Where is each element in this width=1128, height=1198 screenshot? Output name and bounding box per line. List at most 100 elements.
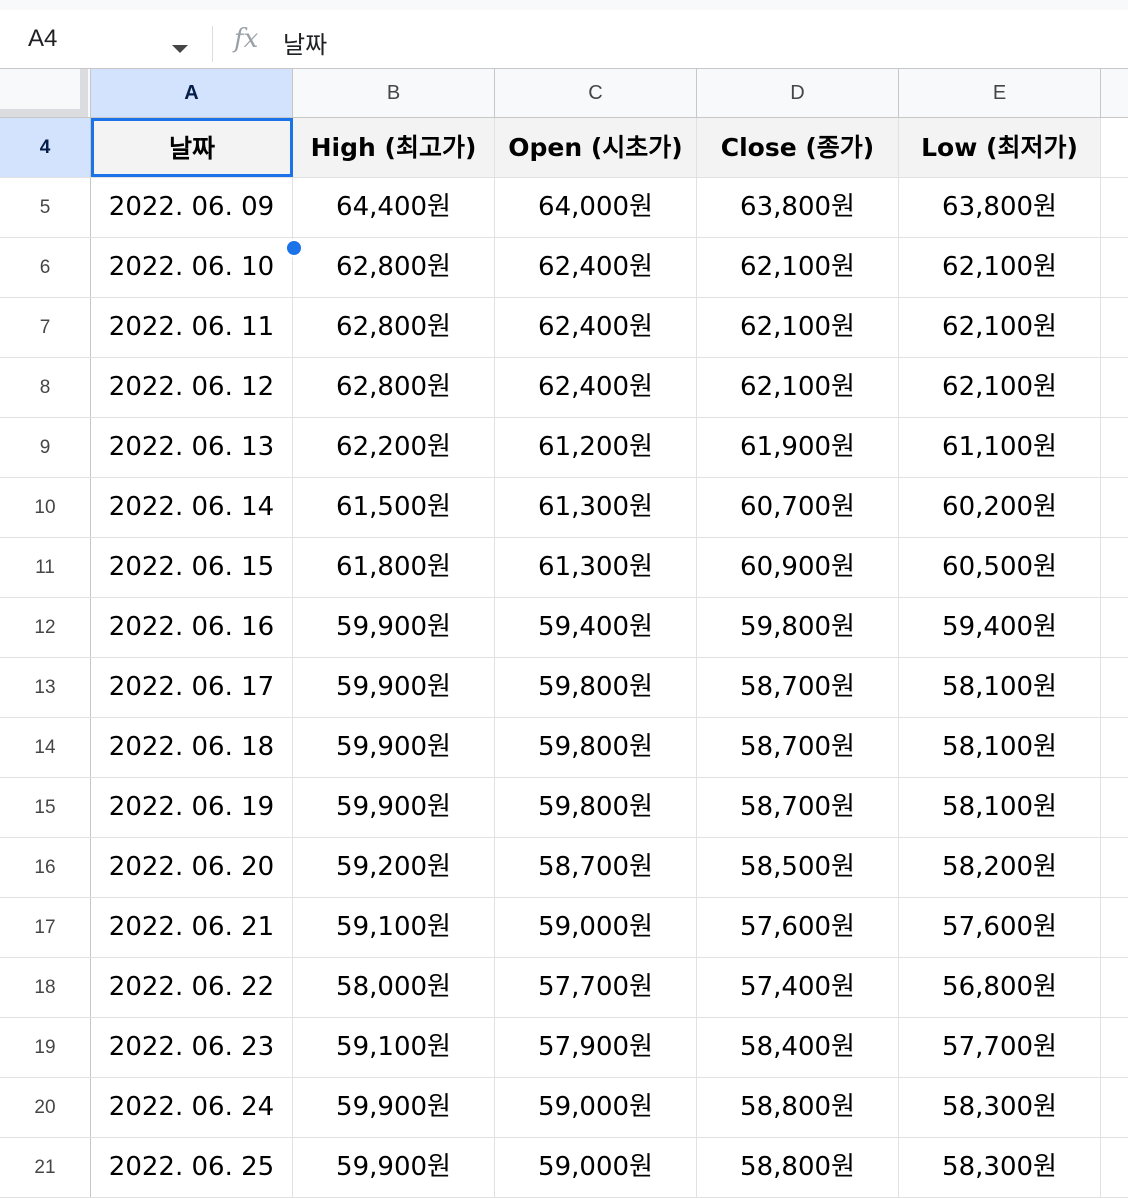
cell-high[interactable]: 59,900원: [293, 598, 495, 657]
row-header[interactable]: 11: [0, 538, 91, 597]
cell-low[interactable]: 63,800원: [899, 178, 1101, 237]
empty-cell[interactable]: [1101, 478, 1128, 537]
cell-open[interactable]: 57,900원: [495, 1018, 697, 1077]
row-header[interactable]: 5: [0, 178, 91, 237]
header-cell-low[interactable]: Low (최저가): [899, 118, 1101, 177]
cell-open[interactable]: 59,800원: [495, 658, 697, 717]
row-header[interactable]: 18: [0, 958, 91, 1017]
row-header[interactable]: 15: [0, 778, 91, 837]
empty-cell[interactable]: [1101, 658, 1128, 717]
cell-open[interactable]: 64,000원: [495, 178, 697, 237]
empty-cell[interactable]: [1101, 358, 1128, 417]
cell-low[interactable]: 57,700원: [899, 1018, 1101, 1077]
cell-low[interactable]: 60,200원: [899, 478, 1101, 537]
freeze-handle-vertical[interactable]: [80, 69, 88, 109]
cell-close[interactable]: 62,100원: [697, 238, 899, 297]
cell-high[interactable]: 59,100원: [293, 898, 495, 957]
cell-close[interactable]: 58,800원: [697, 1078, 899, 1137]
cell-low[interactable]: 58,300원: [899, 1078, 1101, 1137]
cell-low[interactable]: 58,100원: [899, 658, 1101, 717]
cell-open[interactable]: 61,200원: [495, 418, 697, 477]
chevron-down-icon[interactable]: [172, 45, 188, 53]
cell-low[interactable]: 62,100원: [899, 238, 1101, 297]
cell-date[interactable]: 2022. 06. 19: [91, 778, 293, 837]
column-header-c[interactable]: C: [495, 69, 697, 117]
empty-cell[interactable]: [1101, 1138, 1128, 1197]
cell-close[interactable]: 62,100원: [697, 298, 899, 357]
header-cell-close[interactable]: Close (종가): [697, 118, 899, 177]
row-header[interactable]: 19: [0, 1018, 91, 1077]
cell-date[interactable]: 2022. 06. 25: [91, 1138, 293, 1197]
cell-close[interactable]: 63,800원: [697, 178, 899, 237]
cell-high[interactable]: 62,200원: [293, 418, 495, 477]
cell-close[interactable]: 58,800원: [697, 1138, 899, 1197]
empty-cell[interactable]: [1101, 838, 1128, 897]
cell-close[interactable]: 57,400원: [697, 958, 899, 1017]
cell-date[interactable]: 2022. 06. 14: [91, 478, 293, 537]
cell-open[interactable]: 62,400원: [495, 238, 697, 297]
cell-low[interactable]: 56,800원: [899, 958, 1101, 1017]
cell-open[interactable]: 57,700원: [495, 958, 697, 1017]
cell-date[interactable]: 2022. 06. 10: [91, 238, 293, 297]
empty-cell[interactable]: [1101, 418, 1128, 477]
row-header[interactable]: 20: [0, 1078, 91, 1137]
cell-low[interactable]: 58,100원: [899, 718, 1101, 777]
cell-open[interactable]: 62,400원: [495, 298, 697, 357]
cell-date[interactable]: 2022. 06. 17: [91, 658, 293, 717]
cell-close[interactable]: 58,500원: [697, 838, 899, 897]
empty-cell[interactable]: [1101, 718, 1128, 777]
cell-date[interactable]: 2022. 06. 11: [91, 298, 293, 357]
row-header[interactable]: 7: [0, 298, 91, 357]
select-all-corner[interactable]: [0, 69, 91, 117]
cell-date[interactable]: 2022. 06. 12: [91, 358, 293, 417]
cell-open[interactable]: 61,300원: [495, 538, 697, 597]
column-header-e[interactable]: E: [899, 69, 1101, 117]
cell-low[interactable]: 62,100원: [899, 298, 1101, 357]
cell-open[interactable]: 59,000원: [495, 1138, 697, 1197]
cell-high[interactable]: 59,900원: [293, 658, 495, 717]
cell-close[interactable]: 60,900원: [697, 538, 899, 597]
cell-open[interactable]: 62,400원: [495, 358, 697, 417]
cell-date[interactable]: 2022. 06. 16: [91, 598, 293, 657]
cell-low[interactable]: 57,600원: [899, 898, 1101, 957]
cell-low[interactable]: 58,200원: [899, 838, 1101, 897]
row-header[interactable]: 21: [0, 1138, 91, 1197]
cell-open[interactable]: 59,000원: [495, 898, 697, 957]
empty-cell[interactable]: [1101, 118, 1128, 177]
empty-cell[interactable]: [1101, 538, 1128, 597]
cell-close[interactable]: 62,100원: [697, 358, 899, 417]
cell-low[interactable]: 58,300원: [899, 1138, 1101, 1197]
cell-close[interactable]: 61,900원: [697, 418, 899, 477]
row-header[interactable]: 9: [0, 418, 91, 477]
cell-high[interactable]: 62,800원: [293, 298, 495, 357]
cell-close[interactable]: 58,700원: [697, 658, 899, 717]
empty-cell[interactable]: [1101, 1078, 1128, 1137]
cell-high[interactable]: 59,900원: [293, 1138, 495, 1197]
empty-cell[interactable]: [1101, 238, 1128, 297]
freeze-handle-horizontal[interactable]: [0, 109, 88, 117]
cell-close[interactable]: 58,700원: [697, 718, 899, 777]
cell-high[interactable]: 59,200원: [293, 838, 495, 897]
column-header-f[interactable]: [1101, 69, 1128, 117]
cell-high[interactable]: 59,900원: [293, 718, 495, 777]
cell-open[interactable]: 61,300원: [495, 478, 697, 537]
empty-cell[interactable]: [1101, 178, 1128, 237]
formula-input[interactable]: 날짜: [283, 25, 327, 60]
cell-date[interactable]: 2022. 06. 22: [91, 958, 293, 1017]
row-header[interactable]: 12: [0, 598, 91, 657]
cell-date[interactable]: 2022. 06. 09: [91, 178, 293, 237]
row-header[interactable]: 17: [0, 898, 91, 957]
empty-cell[interactable]: [1101, 958, 1128, 1017]
cell-high[interactable]: 59,100원: [293, 1018, 495, 1077]
cell-close[interactable]: 58,400원: [697, 1018, 899, 1077]
cell-high[interactable]: 58,000원: [293, 958, 495, 1017]
cell-high[interactable]: 59,900원: [293, 1078, 495, 1137]
cell-date[interactable]: 2022. 06. 13: [91, 418, 293, 477]
cell-close[interactable]: 58,700원: [697, 778, 899, 837]
column-header-b[interactable]: B: [293, 69, 495, 117]
cell-open[interactable]: 59,000원: [495, 1078, 697, 1137]
cell-low[interactable]: 59,400원: [899, 598, 1101, 657]
column-header-a[interactable]: A: [91, 69, 293, 117]
column-header-d[interactable]: D: [697, 69, 899, 117]
cell-date[interactable]: 2022. 06. 23: [91, 1018, 293, 1077]
